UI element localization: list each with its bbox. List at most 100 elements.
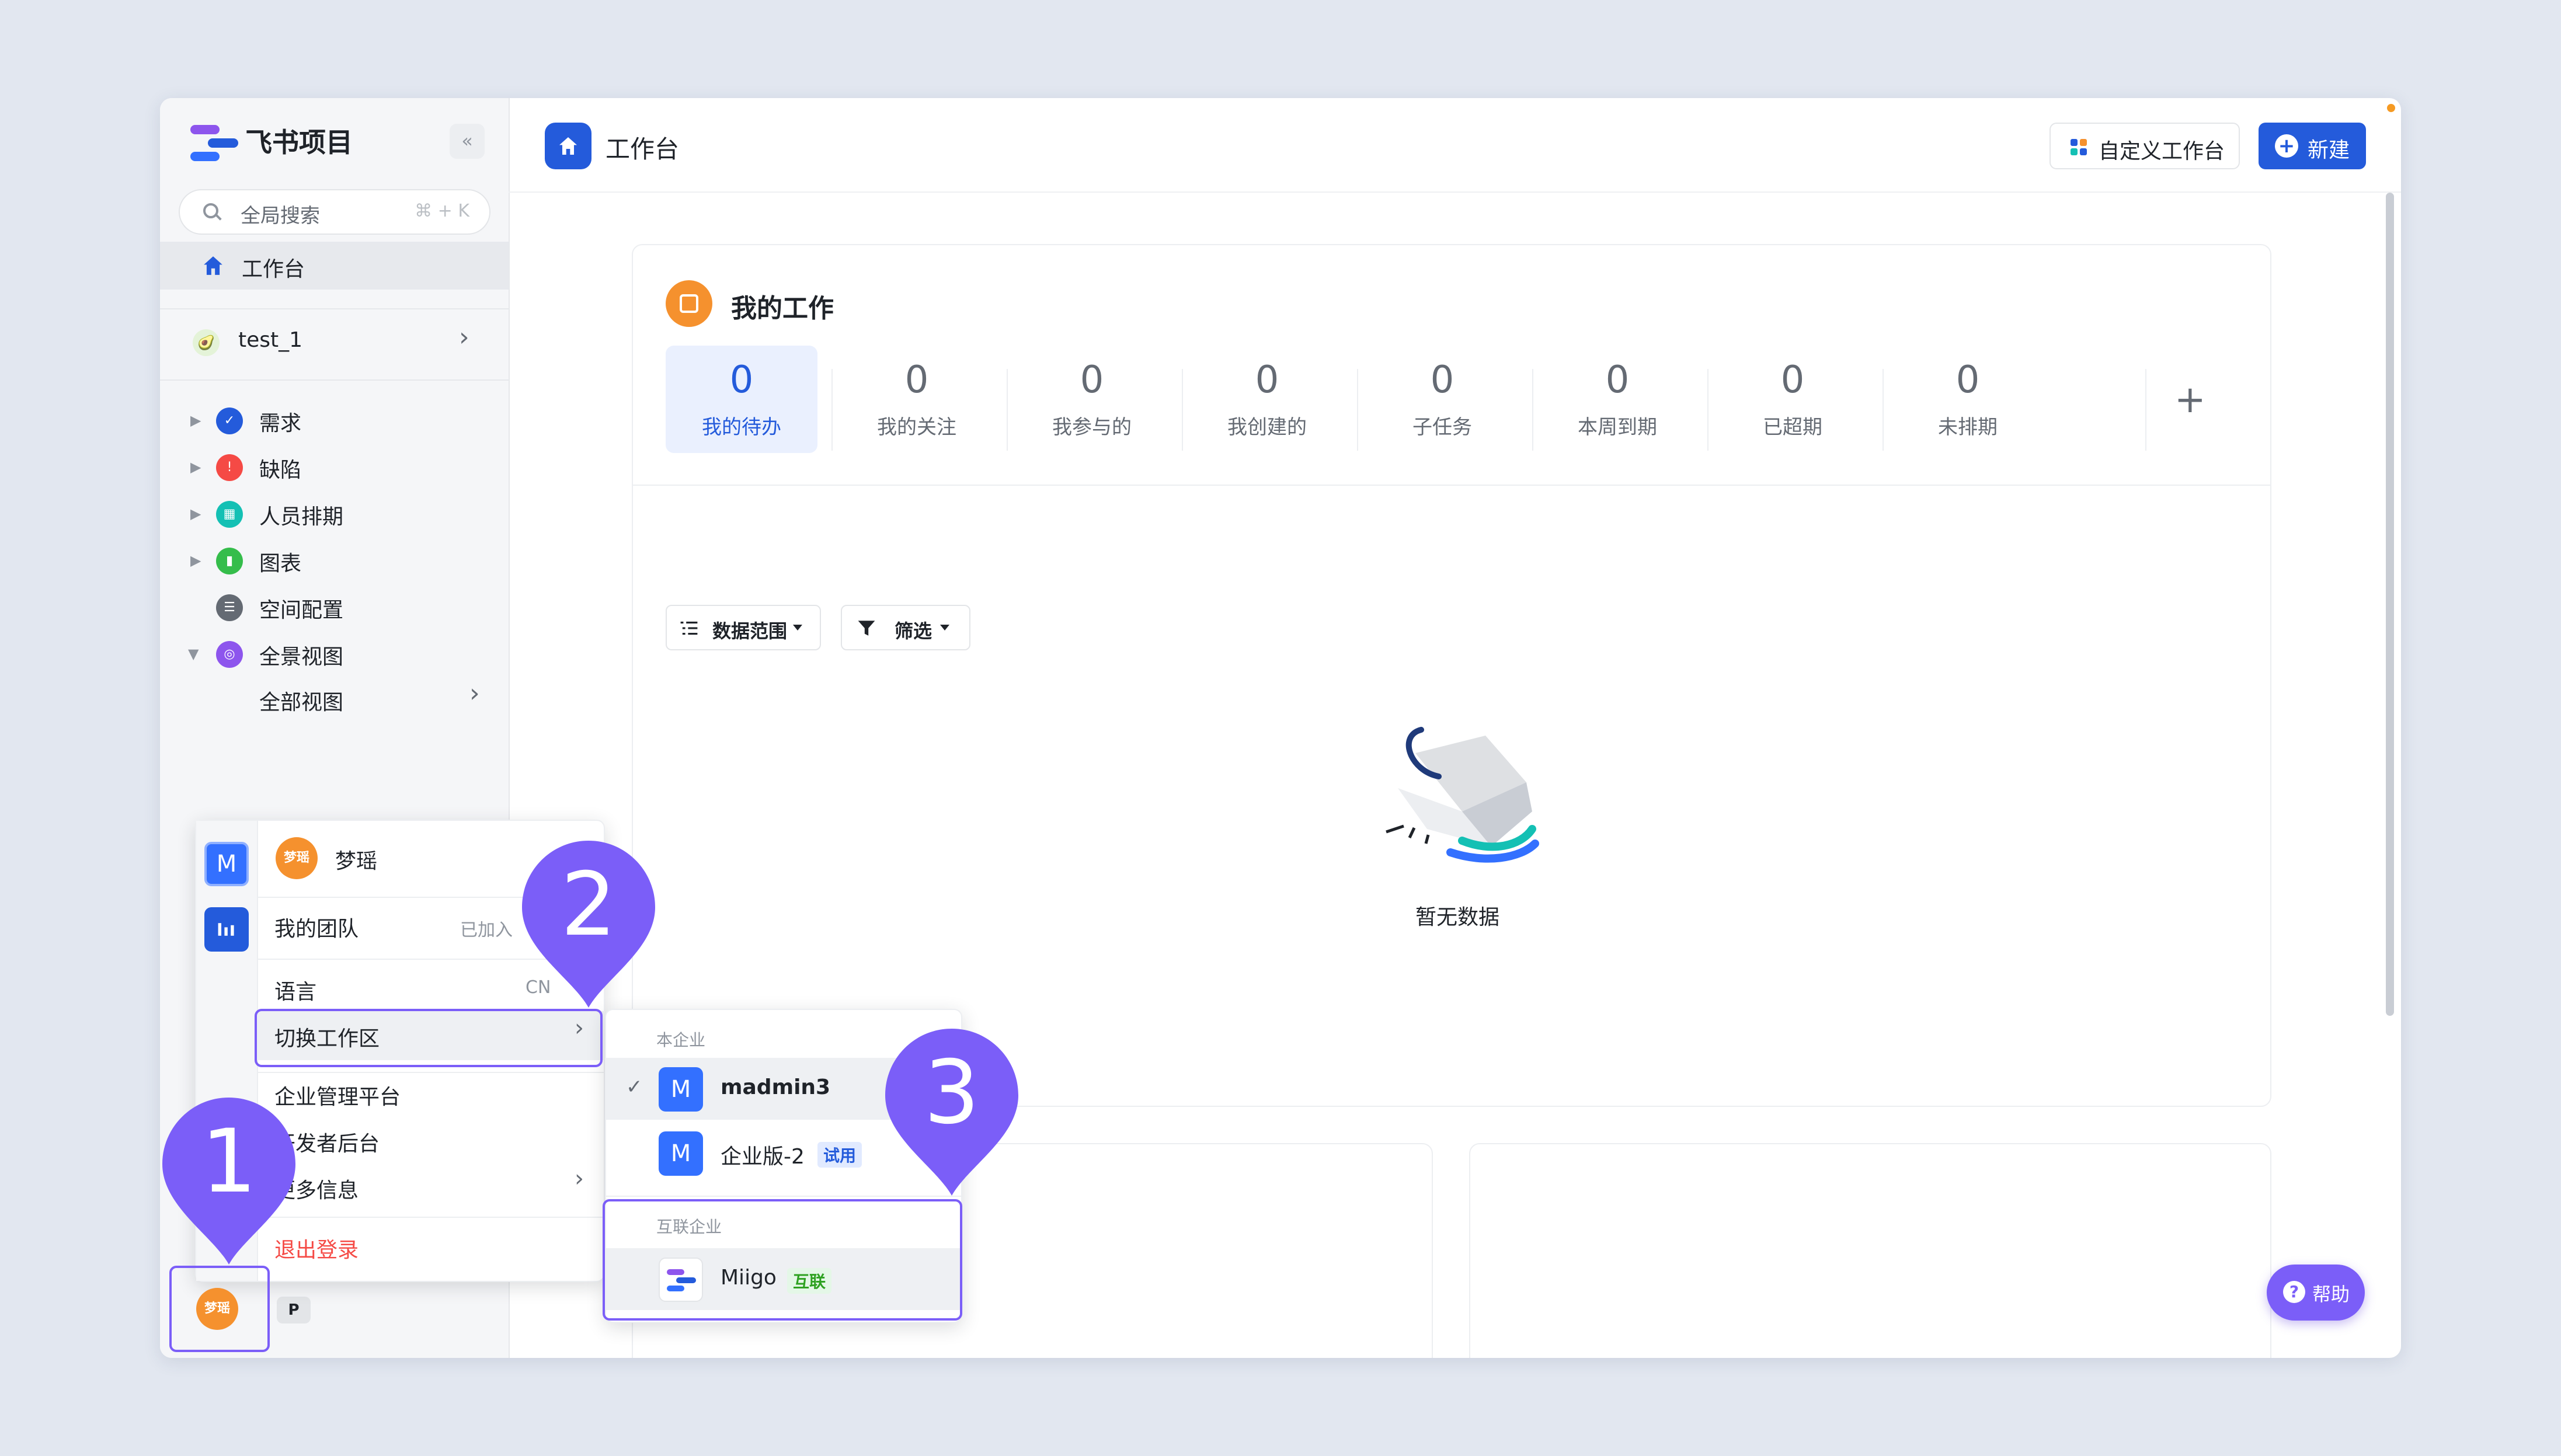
search-placeholder: 全局搜索: [241, 204, 320, 228]
chevron-right-icon: ›: [575, 1165, 584, 1192]
expand-arrow-icon[interactable]: ▶: [190, 506, 201, 522]
sidebar-item-label: 缺陷: [259, 458, 302, 482]
plus-icon: +: [2275, 134, 2298, 158]
workspace-name: madmin3: [721, 1075, 831, 1099]
widget-card-right: [1469, 1143, 2271, 1358]
workbench-icon: [545, 123, 591, 169]
funnel-icon: [858, 621, 875, 636]
customize-workbench-button[interactable]: 自定义工作台: [2050, 123, 2240, 169]
stat-value: 0: [1780, 358, 1805, 402]
menu-item-language[interactable]: 语言: [274, 975, 316, 1005]
space-name[interactable]: test_1: [238, 328, 302, 352]
stat-label: 已超期: [1763, 416, 1822, 439]
global-search-input[interactable]: 全局搜索 ⌘ + K: [179, 189, 490, 235]
search-shortcut: ⌘ + K: [415, 201, 469, 221]
workspace-tile: M: [659, 1067, 703, 1112]
stat-label: 我创建的: [1227, 416, 1307, 439]
stat-value: 0: [1430, 358, 1455, 402]
document-icon: [666, 280, 712, 327]
sidebar-item-requirements[interactable]: ▶ ✓ 需求: [160, 398, 509, 443]
alert-icon: !: [216, 454, 243, 481]
team-joined-status: 已加入: [460, 920, 513, 941]
stat-value: 0: [1605, 358, 1630, 402]
workspace-tile-madmin3[interactable]: M: [204, 842, 249, 886]
user-avatar-button[interactable]: 梦瑶: [196, 1288, 238, 1330]
chart-icon: ▮: [216, 548, 243, 574]
customize-label: 自定义工作台: [2099, 140, 2225, 163]
card-title: 我的工作: [731, 294, 834, 323]
space-avatar-icon: 🥑: [193, 329, 220, 356]
empty-state-text: 暂无数据: [1415, 905, 1500, 929]
expand-arrow-icon[interactable]: ▶: [190, 459, 201, 475]
stat-label: 我的待办: [702, 416, 781, 439]
caret-down-icon: [793, 625, 802, 631]
stat-following[interactable]: 0 我的关注: [841, 346, 993, 453]
sidebar-item-label: 图表: [259, 552, 302, 576]
stat-subtasks[interactable]: 0 子任务: [1366, 346, 1518, 453]
my-work-card: 我的工作 0 我的待办 0 我的关注 0 我参与的 0 我创建的 0 子任务 0…: [632, 244, 2271, 1107]
chevron-right-icon[interactable]: ›: [459, 322, 469, 352]
sidebar-item-panorama[interactable]: ▼ ◎ 全景视图: [160, 632, 509, 676]
sidebar-item-all-views[interactable]: 全部视图 ›: [160, 677, 509, 722]
stat-my-todo[interactable]: 0 我的待办: [666, 346, 817, 453]
stat-label: 我的关注: [877, 416, 956, 439]
home-icon: [204, 256, 222, 275]
p-badge[interactable]: P: [277, 1297, 311, 1323]
stat-label: 本周到期: [1578, 416, 1657, 439]
stat-value: 0: [1955, 358, 1980, 402]
sidebar-item-defects[interactable]: ▶ ! 缺陷: [160, 445, 509, 489]
workspace-tile: M: [659, 1131, 703, 1176]
sidebar-item-workbench[interactable]: 工作台: [160, 242, 509, 290]
stat-overdue[interactable]: 0 已超期: [1717, 346, 1868, 453]
data-scope-dropdown[interactable]: 数据范围: [666, 605, 821, 650]
expand-arrow-icon[interactable]: ▶: [190, 552, 201, 569]
stat-label: 子任务: [1412, 416, 1472, 439]
filter-dropdown[interactable]: 筛选: [841, 605, 970, 650]
stat-value: 0: [904, 358, 929, 402]
collapse-arrow-icon[interactable]: ▼: [188, 646, 199, 662]
sidebar-item-label: 工作台: [242, 257, 305, 281]
callout-number-2: 2: [561, 854, 617, 956]
sidebar-item-staffing[interactable]: ▶ ▦ 人员排期: [160, 492, 509, 536]
grid-icon: [2071, 139, 2087, 155]
scrollbar[interactable]: [2386, 193, 2394, 1016]
list-icon: [680, 621, 698, 635]
sidebar-item-charts[interactable]: ▶ ▮ 图表: [160, 538, 509, 583]
stat-value: 0: [1255, 358, 1279, 402]
workspace-tile-chart-icon[interactable]: [204, 907, 249, 952]
menu-item-my-team[interactable]: 我的团队: [274, 912, 359, 942]
user-name: 梦瑶: [335, 849, 378, 873]
sidebar-item-label: 全景视图: [259, 645, 344, 669]
stat-value: 0: [729, 358, 754, 402]
help-button[interactable]: ? 帮助: [2267, 1265, 2365, 1321]
new-button[interactable]: + 新建: [2259, 123, 2366, 169]
question-icon: ?: [2283, 1281, 2305, 1303]
search-icon: [203, 203, 218, 218]
sidebar-item-label: 人员排期: [259, 505, 344, 529]
sidebar-item-label: 空间配置: [259, 598, 344, 622]
section-own-enterprise: 本企业: [656, 1030, 706, 1050]
callout-number-1: 1: [201, 1111, 257, 1213]
stat-due-this-week[interactable]: 0 本周到期: [1542, 346, 1693, 453]
help-label: 帮助: [2312, 1283, 2350, 1305]
stat-unscheduled[interactable]: 0 未排期: [1892, 346, 2044, 453]
stat-value: 0: [1080, 358, 1104, 402]
data-scope-label: 数据范围: [712, 620, 788, 642]
highlight-switch-workspace: [255, 1009, 603, 1067]
calendar-icon: ▦: [216, 501, 243, 528]
stat-participating[interactable]: 0 我参与的: [1016, 346, 1168, 453]
stat-label: 未排期: [1938, 416, 1998, 439]
collapse-sidebar-button[interactable]: «: [450, 124, 485, 159]
stat-created[interactable]: 0 我创建的: [1191, 346, 1343, 453]
settings-icon: ☰: [216, 594, 243, 621]
add-stat-button[interactable]: +: [2174, 378, 2206, 422]
callout-number-3: 3: [924, 1042, 980, 1144]
workspace-name: 企业版-2: [721, 1145, 805, 1169]
expand-arrow-icon[interactable]: ▶: [190, 412, 201, 429]
panorama-icon: ◎: [216, 641, 243, 668]
filter-label: 筛选: [895, 620, 932, 642]
empty-state-illustration: [1386, 727, 1539, 863]
sidebar-item-space-config[interactable]: ☰ 空间配置: [160, 585, 509, 629]
checkmark-icon: ✓: [626, 1075, 643, 1099]
avatar: 梦瑶: [276, 837, 318, 879]
